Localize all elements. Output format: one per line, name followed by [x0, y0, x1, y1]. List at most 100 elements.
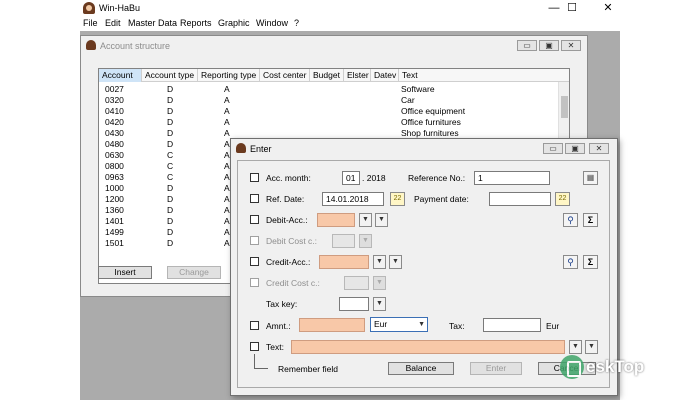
debit-acc-input[interactable] — [317, 213, 355, 227]
credit-cost-input[interactable] — [344, 276, 369, 290]
cell-account-type: D — [167, 128, 174, 138]
col-header-text[interactable]: Text — [399, 69, 559, 82]
remember-ref-date-checkbox[interactable] — [250, 194, 259, 203]
menu-edit[interactable]: Edit — [105, 18, 121, 28]
tax-key-input[interactable] — [339, 297, 369, 311]
remember-debit-acc-checkbox[interactable] — [250, 215, 259, 224]
col-header-cost-center[interactable]: Cost center — [260, 69, 310, 82]
ref-date-calendar-icon[interactable]: 22 — [390, 192, 405, 206]
debit-acc-label: Debit-Acc.: — [266, 215, 308, 225]
reference-label: Reference No.: — [408, 173, 466, 183]
remember-credit-acc-checkbox[interactable] — [250, 257, 259, 266]
close-button[interactable]: ✕ — [590, 0, 626, 17]
cell-account: 0480 — [105, 139, 124, 149]
ref-date-input[interactable]: 14.01.2018 — [322, 192, 384, 206]
insert-button[interactable]: Insert — [98, 266, 152, 279]
debit-cost-input[interactable] — [332, 234, 355, 248]
credit-acc-input[interactable] — [319, 255, 369, 269]
col-header-datev[interactable]: Datev — [371, 69, 399, 82]
cell-reporting-type: A — [224, 139, 230, 149]
menu-window[interactable]: Window — [256, 18, 288, 28]
col-header-reporting-type[interactable]: Reporting type — [198, 69, 260, 82]
dialog-maximize-button[interactable]: ▣ — [565, 143, 585, 154]
tax-key-label: Tax key: — [266, 299, 298, 309]
remember-acc-month-checkbox[interactable] — [250, 173, 259, 182]
app-titlebar: Win-HaBu — ☐ ✕ — [0, 0, 700, 17]
debit-acc-list-icon[interactable]: ▼ — [375, 213, 388, 227]
cell-account: 0430 — [105, 128, 124, 138]
remember-debit-cost-checkbox[interactable] — [250, 236, 259, 245]
cell-account: 0800 — [105, 161, 124, 171]
debit-sigma-icon[interactable]: Σ — [583, 213, 598, 227]
cell-account: 0410 — [105, 106, 124, 116]
credit-search-icon[interactable]: ⚲ — [563, 255, 578, 269]
text-dropdown-icon[interactable]: ▼ — [569, 340, 582, 354]
cell-account-type: D — [167, 139, 174, 149]
cell-account-type: C — [167, 161, 174, 171]
cell-reporting-type: A — [224, 128, 230, 138]
account-structure-titlebar: Account structure ▭ ▣ ✕ — [81, 36, 587, 54]
acc-month-input[interactable]: 01 — [342, 171, 360, 185]
cell-account-type: D — [167, 117, 174, 127]
cell-account-type: D — [167, 227, 174, 237]
cell-account-type: D — [167, 183, 174, 193]
table-row[interactable]: 0410 D A Office equipment — [99, 106, 559, 117]
amount-label: Amnt.: — [266, 321, 291, 331]
payment-date-calendar-icon[interactable]: 22 — [555, 192, 570, 206]
amount-input[interactable] — [299, 318, 365, 332]
dialog-minimize-button[interactable]: ▭ — [543, 143, 563, 154]
watermark-logo-icon — [560, 355, 584, 379]
menu-master-data[interactable]: Master Data — [128, 18, 177, 28]
debit-search-icon[interactable]: ⚲ — [563, 213, 578, 227]
credit-acc-list-icon[interactable]: ▼ — [389, 255, 402, 269]
tax-key-dropdown-icon[interactable]: ▼ — [373, 297, 386, 311]
menu-reports[interactable]: Reports — [180, 18, 212, 28]
currency-select[interactable]: Eur ▼ — [370, 317, 428, 332]
menu-graphic[interactable]: Graphic — [218, 18, 250, 28]
menu-bar: File Edit Master Data Reports Graphic Wi… — [80, 17, 620, 31]
col-header-elster[interactable]: Elster — [344, 69, 371, 82]
text-list-icon[interactable]: ▼ — [585, 340, 598, 354]
credit-sigma-icon[interactable]: Σ — [583, 255, 598, 269]
cell-reporting-type: A — [224, 216, 230, 226]
debit-acc-dropdown-icon[interactable]: ▼ — [359, 213, 372, 227]
menu-help[interactable]: ? — [294, 18, 299, 28]
enter-button[interactable]: Enter — [470, 362, 522, 375]
remember-credit-cost-checkbox[interactable] — [250, 278, 259, 287]
debit-cost-dropdown-icon[interactable]: ▼ — [359, 234, 372, 248]
calculator-icon[interactable]: ▦ — [583, 171, 598, 185]
cell-account-type: D — [167, 216, 174, 226]
cell-account: 1360 — [105, 205, 124, 215]
payment-date-input[interactable] — [489, 192, 551, 206]
cell-account: 1401 — [105, 216, 124, 226]
child-maximize-button[interactable]: ▣ — [539, 40, 559, 51]
col-header-account-type[interactable]: Account type — [142, 69, 198, 82]
child-close-button[interactable]: ✕ — [561, 40, 581, 51]
dialog-close-button[interactable]: ✕ — [589, 143, 609, 154]
table-row[interactable]: 0420 D A Office furnitures — [99, 117, 559, 128]
col-header-account[interactable]: Account — [99, 69, 142, 82]
remember-amount-checkbox[interactable] — [250, 321, 259, 330]
remember-text-checkbox[interactable] — [250, 342, 259, 351]
table-header: Account Account type Reporting type Cost… — [99, 69, 569, 82]
watermark: eskTop — [560, 355, 695, 385]
cell-account: 1499 — [105, 227, 124, 237]
child-minimize-button[interactable]: ▭ — [517, 40, 537, 51]
credit-acc-dropdown-icon[interactable]: ▼ — [373, 255, 386, 269]
change-button[interactable]: Change — [167, 266, 221, 279]
cell-account-type: D — [167, 84, 174, 94]
window-title: Account structure — [100, 41, 171, 51]
booking-text-input[interactable] — [291, 340, 565, 354]
tax-amount-input[interactable] — [483, 318, 541, 332]
reference-input[interactable]: 1 — [474, 171, 550, 185]
table-row[interactable]: 0027 D A Software — [99, 84, 559, 95]
col-header-budget[interactable]: Budget — [310, 69, 344, 82]
maximize-button[interactable]: ☐ — [554, 0, 590, 17]
scrollbar-thumb[interactable] — [561, 96, 568, 118]
table-row[interactable]: 0320 D A Car — [99, 95, 559, 106]
cell-reporting-type: A — [224, 205, 230, 215]
cell-account: 0963 — [105, 172, 124, 182]
credit-cost-dropdown-icon[interactable]: ▼ — [373, 276, 386, 290]
menu-file[interactable]: File — [83, 18, 98, 28]
balance-button[interactable]: Balance — [388, 362, 454, 375]
